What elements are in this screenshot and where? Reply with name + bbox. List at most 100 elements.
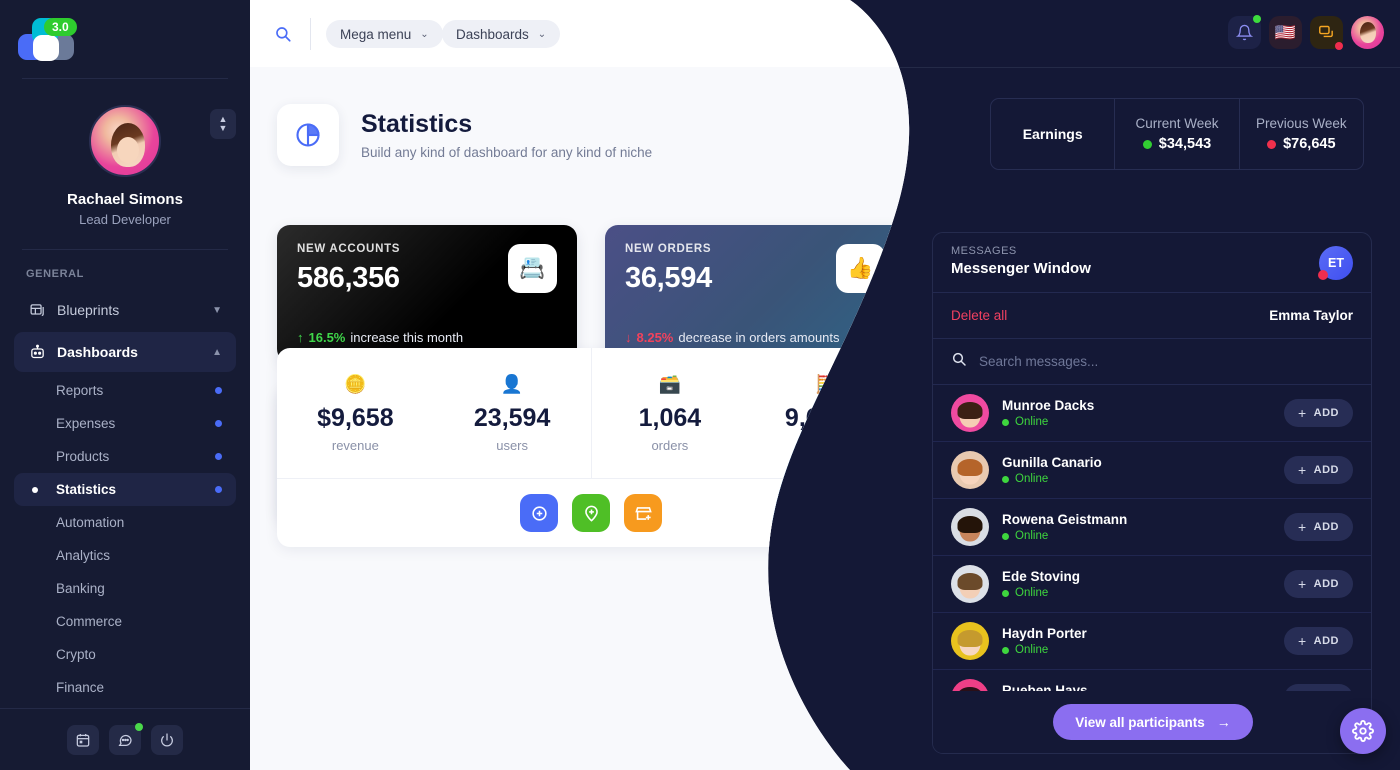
profile-switcher-button[interactable]: ▲ ▼ [210,109,236,139]
sidebar-item-label: Products [56,449,110,464]
sidebar-item-blueprints[interactable]: Blueprints ▼ [14,290,236,330]
metric-revenue: 🪙 $9,658 revenue [277,348,434,478]
chevron-down-icon: ⌄ [537,28,547,40]
sidebar-item-label: Finance [56,680,105,695]
profile-avatar[interactable] [89,105,161,177]
mega-menu-button[interactable]: Mega menu ⌄ [326,20,443,48]
blueprint-icon [28,301,46,319]
contact-row[interactable]: Rueben HaysOnline+ADD [933,670,1371,693]
delta-arrow-down-icon: ↓ [625,330,632,345]
metric-value: 23,594 [473,403,551,432]
sidebar-item-expenses[interactable]: Expenses [14,407,236,440]
store-add-icon[interactable] [624,494,662,532]
messages-notification-dot [1335,42,1343,50]
add-label: ADD [1313,464,1339,476]
page-subtitle: Build any kind of dashboard for any kind… [361,145,653,160]
contact-row[interactable]: Ede Stoving Online + ADD [933,556,1371,613]
settings-gear-icon[interactable] [1340,708,1386,754]
page-heading-text: Statistics Build any kind of dashboard f… [361,110,652,160]
sidebar-footer [0,708,250,770]
sidebar-item-status-dot [215,486,222,493]
contact-info: Rowena Geistmann Online [1002,512,1127,542]
sidebar-item-dashboards[interactable]: Dashboards ▲ [14,332,236,372]
contact-name: Gunilla Canario [1002,455,1102,470]
user-avatar[interactable] [1351,16,1384,49]
bell-notification-dot [1253,15,1261,23]
topbar-separator [310,18,311,50]
add-contact-button[interactable]: + ADD [1283,456,1353,484]
chevron-down-icon: ▼ [212,304,222,316]
sidebar-item-finance[interactable]: Finance [14,671,236,704]
sidebar-item-status-dot [215,453,222,460]
messenger-footer: View all participants → [933,691,1371,753]
sidebar-item-commerce[interactable]: Commerce [14,605,236,638]
online-dot-icon [1002,646,1009,654]
chevron-down-icon: ⌄ [420,28,429,40]
bell-icon[interactable] [1228,15,1261,49]
sidebar-item-automation[interactable]: Automation [14,506,236,539]
contacts-list[interactable]: Munroe Dacks Online + ADD Gunilla Canario Onl… [933,385,1371,693]
add-label: ADD [1313,635,1339,647]
delete-all-button[interactable]: Delete all [951,308,1007,323]
add-contact-button[interactable]: + ADD [1283,627,1353,655]
earnings-title-cell: Earnings [991,99,1114,169]
sidebar-item-crypto[interactable]: Crypto [14,638,236,671]
messenger-title: Messenger Window [951,260,1091,277]
previous-week-label: Previous Week [1256,116,1347,131]
metric-value: $9,658 [317,403,394,432]
pie-chart-icon [277,104,339,166]
metric-label: orders [651,437,689,453]
messenger-window: MESSAGES Messenger Window ET Delete all … [932,232,1372,754]
flag-us-icon[interactable]: 🇺🇸 [1269,16,1302,49]
add-contact-button[interactable]: + ADD [1283,513,1353,541]
contact-row[interactable]: Gunilla Canario Online + ADD [933,442,1371,499]
contact-name: Ede Stoving [1002,569,1081,584]
plus-icon: + [1297,576,1307,592]
add-contact-button[interactable]: + ADD [1283,570,1353,598]
power-icon[interactable] [151,724,183,755]
contact-row[interactable]: Haydn Porter Online + ADD [933,613,1371,670]
earnings-current-week: Current Week $34,543 [1114,99,1238,169]
chat-icon[interactable] [109,722,143,755]
sidebar-item-label: Expenses [56,416,116,431]
search-messages-input[interactable] [979,354,1353,369]
view-all-participants-button[interactable]: View all participants → [1053,704,1253,740]
add-contact-button[interactable]: + ADD [1283,399,1353,427]
coin-icon: 🪙 [344,373,367,394]
sidebar-item-reports[interactable]: Reports [14,374,236,407]
plus-circle-icon[interactable] [520,494,558,532]
logo[interactable]: 3.0 [0,0,250,78]
contact-row[interactable]: Rowena Geistmann Online + ADD [933,499,1371,556]
archive-icon: 🗃️ [658,373,682,394]
page-title: Statistics [361,110,473,138]
contact-name: Munroe Dacks [1002,398,1095,413]
sidebar-item-banking[interactable]: Banking [14,572,236,605]
previous-week-value-row: $76,645 [1267,136,1336,152]
calendar-icon[interactable] [67,724,99,755]
stat-card-new-accounts[interactable]: NEW ACCOUNTS 586,356 📇 ↑ 16.5% increase … [277,225,577,362]
view-all-label: View all participants [1075,714,1205,730]
messenger-avatar-status-dot [1318,270,1328,280]
logo-blob-center [33,35,59,61]
global-search-icon[interactable] [268,19,298,49]
sidebar-item-label: Analytics [56,548,111,563]
plus-icon: + [1297,633,1307,649]
search-icon [951,351,967,372]
earnings-card: Earnings Current Week $34,543 Previous W… [990,98,1364,170]
sidebar-item-analytics[interactable]: Analytics [14,539,236,572]
sidebar-item-products[interactable]: Products [14,440,236,473]
dashboards-menu-button[interactable]: Dashboards ⌄ [442,20,560,48]
add-label: ADD [1313,578,1339,590]
sidebar-item-statistics[interactable]: Statistics [14,473,236,506]
sidebar: 3.0 Rachael Simons Lead Developer ▲ ▼ GE… [0,0,250,770]
online-dot-icon [1002,589,1009,597]
contact-row[interactable]: Munroe Dacks Online + ADD [933,385,1371,442]
chevron-down-icon: ▼ [218,123,228,133]
messenger-current-user: Emma Taylor [1269,308,1353,323]
messages-icon[interactable] [1310,16,1343,50]
map-pin-icon[interactable] [572,494,610,532]
previous-week-value: $76,645 [1283,136,1336,152]
messenger-avatar[interactable]: ET [1318,246,1353,280]
sidebar-item-label: Blueprints [57,302,120,318]
current-week-value-row: $34,543 [1142,136,1211,152]
